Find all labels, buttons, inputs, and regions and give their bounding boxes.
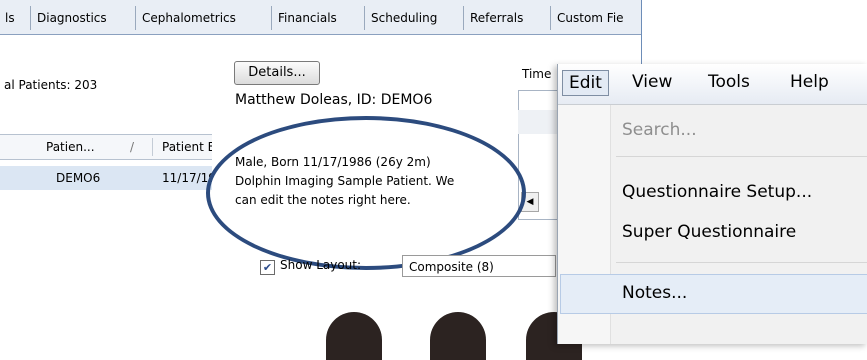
layout-select[interactable]: Composite (8) [402, 255, 556, 277]
tab-diagnostics[interactable]: Diagnostics [30, 6, 133, 30]
total-patients-label: al Patients: 203 [4, 78, 98, 92]
tab-cephalometrics[interactable]: Cephalometrics [135, 6, 268, 30]
menu-item-questionnaire-setup[interactable]: Questionnaire Setup... [622, 182, 812, 202]
row-patient-birth: 11/17/19 [162, 171, 212, 185]
menu-tools[interactable]: Tools [708, 72, 750, 92]
menu-edit[interactable]: Edit [562, 70, 609, 96]
details-button[interactable]: Details... [234, 61, 320, 85]
row-patient-id: DEMO6 [56, 171, 101, 185]
menu-view[interactable]: View [632, 72, 672, 92]
tab-custom-fields[interactable]: Custom Fie [550, 6, 647, 30]
tab-financials[interactable]: Financials [271, 6, 364, 30]
tab-partial-left[interactable]: ls [0, 6, 29, 30]
menu-item-notes[interactable]: Notes... [622, 283, 687, 303]
patient-photo [326, 312, 382, 360]
menu-help[interactable]: Help [790, 72, 829, 92]
menu-item-search: Search... [622, 120, 697, 140]
menu-item-super-questionnaire[interactable]: Super Questionnaire [622, 222, 796, 242]
table-row[interactable]: DEMO6 11/17/19 [0, 166, 212, 190]
tab-scheduling[interactable]: Scheduling [364, 6, 465, 30]
tab-referrals[interactable]: Referrals [463, 6, 552, 30]
menu-separator [616, 156, 867, 157]
patient-window: ls Diagnostics Cephalometrics Financials… [0, 0, 642, 360]
patient-photo [430, 312, 486, 360]
column-separator[interactable] [152, 138, 153, 156]
show-layout-label: Show Layout: [280, 258, 362, 272]
menu-separator [616, 262, 867, 263]
show-layout-checkbox[interactable]: ✔ [260, 260, 275, 275]
tab-bar: ls Diagnostics Cephalometrics Financials… [0, 0, 641, 35]
patient-grid-header: Patien... / Patient B [0, 134, 212, 160]
edit-menu-popup: Edit View Tools Help Search... Questionn… [557, 64, 867, 344]
menu-bar: Edit View Tools Help [558, 64, 867, 105]
column-header-patient-birth[interactable]: Patient B [162, 135, 212, 159]
column-header-patient-id[interactable]: Patien... [46, 135, 95, 159]
patient-header: Matthew Doleas, ID: DEMO6 [235, 92, 433, 108]
menu-item-hover-highlight [560, 274, 867, 314]
sort-arrow-icon: / [130, 140, 135, 154]
time-label: Time [522, 67, 552, 81]
highlight-ellipse [206, 116, 526, 270]
